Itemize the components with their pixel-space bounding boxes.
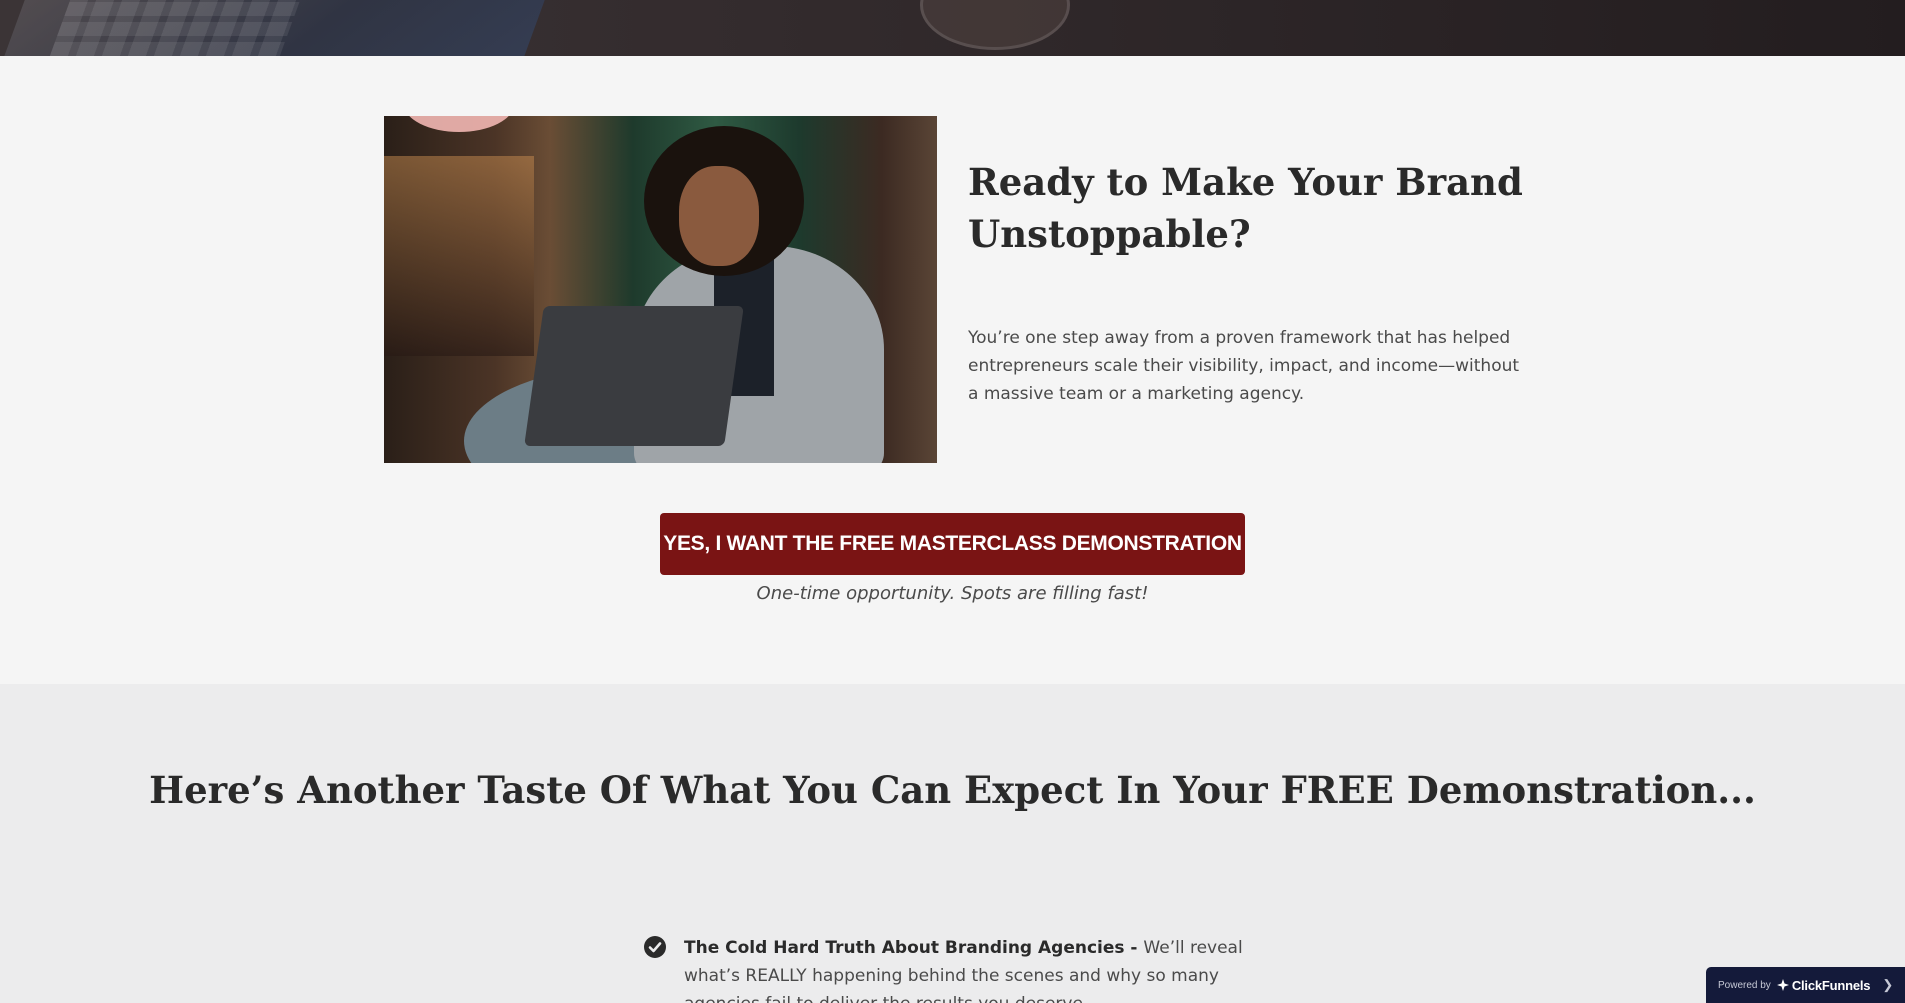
bullet-text: The Cold Hard Truth About Branding Agenc… — [684, 934, 1264, 1003]
demo-section: Here’s Another Taste Of What You Can Exp… — [0, 684, 1905, 1003]
photo-window — [384, 156, 534, 356]
clickfunnels-badge[interactable]: Powered by ClickFunnels ❯ — [1706, 967, 1905, 1003]
clickfunnels-brand: ClickFunnels — [1791, 977, 1871, 993]
cta-body-text: You’re one step away from a proven frame… — [968, 328, 1520, 404]
banner-keyboard-shape — [49, 0, 301, 56]
check-circle-icon — [644, 936, 666, 958]
free-masterclass-button[interactable]: YES, I WANT THE FREE MASTERCLASS DEMONST… — [660, 513, 1245, 575]
photo-face — [679, 166, 759, 266]
photo-laptop — [524, 306, 744, 446]
bullet-title: The Cold Hard Truth About Branding Agenc… — [684, 938, 1144, 958]
demo-heading: Here’s Another Taste Of What You Can Exp… — [149, 768, 1756, 812]
top-banner-image — [0, 0, 1905, 56]
clickfunnels-logo-icon — [1776, 979, 1789, 991]
chevron-right-icon: ❯ — [1882, 977, 1894, 992]
powered-by-label: Powered by — [1718, 979, 1771, 991]
woman-laptop-photo — [384, 116, 937, 463]
photo-lamp — [404, 116, 514, 132]
urgency-note: One-time opportunity. Spots are filling … — [756, 583, 1149, 604]
banner-cup-shape — [920, 0, 1070, 50]
cta-section: Ready to Make Your Brand Unstoppable? Yo… — [0, 56, 1905, 684]
cta-heading: Ready to Make Your Brand Unstoppable? — [968, 160, 1523, 256]
